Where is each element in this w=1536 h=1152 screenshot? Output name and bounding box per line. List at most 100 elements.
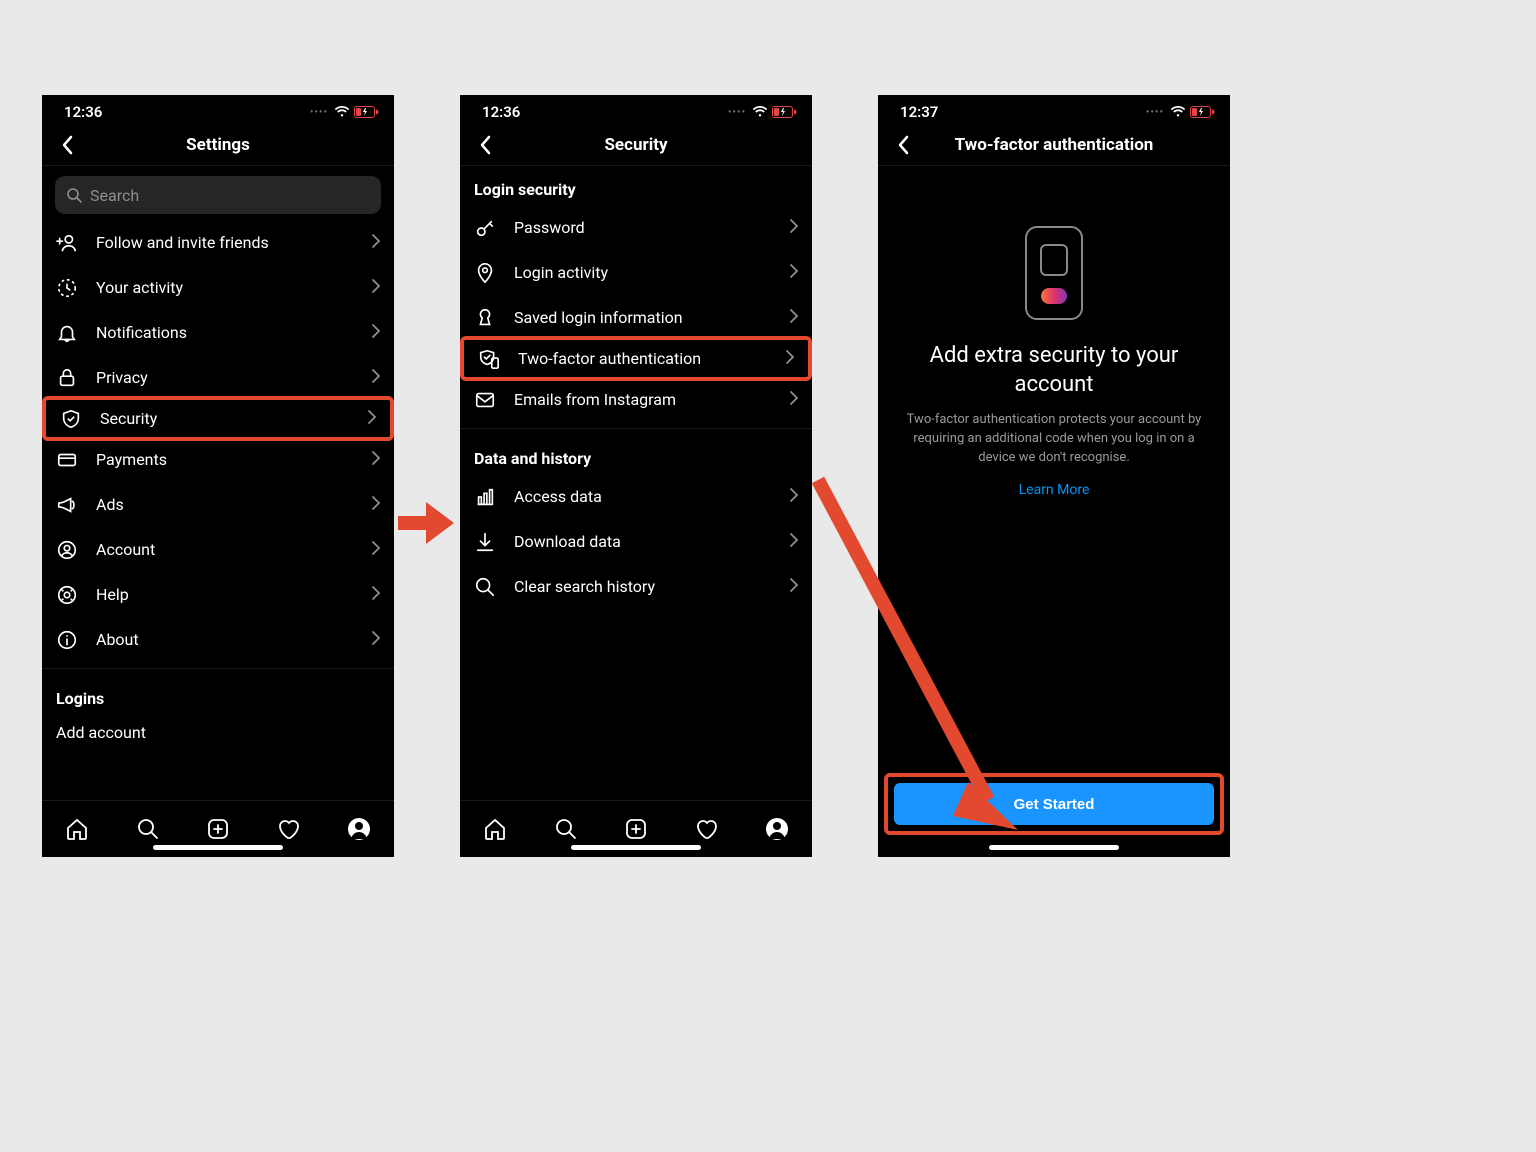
status-time: 12:36 bbox=[64, 103, 102, 121]
row-notifications[interactable]: Notifications bbox=[42, 310, 394, 355]
row-label: Payments bbox=[96, 450, 354, 469]
pin-icon bbox=[474, 262, 496, 284]
row-about[interactable]: About bbox=[42, 617, 394, 662]
tab-home[interactable] bbox=[482, 816, 508, 842]
search-icon bbox=[554, 817, 578, 841]
chevron-right-icon bbox=[790, 390, 798, 409]
home-icon bbox=[65, 817, 89, 841]
chevron-right-icon bbox=[372, 630, 380, 649]
chevron-right-icon bbox=[790, 218, 798, 237]
two-factor-description: Two-factor authentication protects your … bbox=[896, 411, 1212, 468]
status-icons: •••• bbox=[1146, 106, 1214, 118]
row-follow-invite[interactable]: Follow and invite friends bbox=[42, 220, 394, 265]
row-emails[interactable]: Emails from Instagram bbox=[460, 377, 812, 422]
chevron-right-icon bbox=[786, 349, 794, 368]
heart-icon bbox=[694, 817, 718, 841]
divider bbox=[460, 428, 812, 429]
row-clear-search[interactable]: Clear search history bbox=[460, 564, 812, 609]
page-title: Settings bbox=[42, 135, 394, 155]
chevron-right-icon bbox=[372, 540, 380, 559]
home-indicator bbox=[989, 845, 1119, 850]
keyhole-icon bbox=[474, 307, 496, 329]
row-label: Help bbox=[96, 585, 354, 604]
row-label: Notifications bbox=[96, 323, 354, 342]
header: Security bbox=[460, 125, 812, 166]
wifi-icon bbox=[752, 106, 768, 118]
security-list: Login security Password Login activity S… bbox=[460, 166, 812, 800]
phone-settings: 12:36 •••• Settings Search bbox=[42, 95, 394, 857]
row-label: Emails from Instagram bbox=[514, 390, 772, 409]
row-your-activity[interactable]: Your activity bbox=[42, 265, 394, 310]
tab-home[interactable] bbox=[64, 816, 90, 842]
row-privacy[interactable]: Privacy bbox=[42, 355, 394, 400]
tab-activity[interactable] bbox=[275, 816, 301, 842]
phone-security: 12:36 •••• Security Login security Passw… bbox=[460, 95, 812, 857]
tutorial-canvas: 12:36 •••• Settings Search bbox=[0, 0, 1536, 1152]
key-icon bbox=[474, 217, 496, 239]
download-icon bbox=[474, 531, 496, 553]
learn-more-link[interactable]: Learn More bbox=[1019, 482, 1090, 498]
row-label: Privacy bbox=[96, 368, 354, 387]
heart-icon bbox=[276, 817, 300, 841]
row-account[interactable]: Account bbox=[42, 527, 394, 572]
chevron-right-icon bbox=[372, 450, 380, 469]
row-add-account[interactable]: Add account bbox=[42, 714, 394, 750]
status-bar: 12:36 •••• bbox=[460, 95, 812, 125]
header: Two-factor authentication bbox=[878, 125, 1230, 166]
plus-square-icon bbox=[206, 817, 230, 841]
search-icon bbox=[67, 188, 82, 203]
tab-search[interactable] bbox=[135, 816, 161, 842]
status-bar: 12:37 •••• bbox=[878, 95, 1230, 125]
row-label: Saved login information bbox=[514, 308, 772, 327]
row-two-factor[interactable]: Two-factor authentication bbox=[460, 336, 812, 381]
chevron-right-icon bbox=[372, 278, 380, 297]
row-label: Login activity bbox=[514, 263, 772, 282]
chevron-right-icon bbox=[790, 263, 798, 282]
bars-icon bbox=[474, 486, 496, 508]
mail-icon bbox=[474, 389, 496, 411]
row-download-data[interactable]: Download data bbox=[460, 519, 812, 564]
lock-icon bbox=[56, 367, 78, 389]
status-time: 12:36 bbox=[482, 103, 520, 121]
tab-search[interactable] bbox=[553, 816, 579, 842]
status-icons: •••• bbox=[728, 106, 796, 118]
row-label: Password bbox=[514, 218, 772, 237]
row-login-activity[interactable]: Login activity bbox=[460, 250, 812, 295]
search-input[interactable]: Search bbox=[55, 176, 381, 214]
row-label: About bbox=[96, 630, 354, 649]
tab-profile[interactable] bbox=[764, 816, 790, 842]
row-saved-login[interactable]: Saved login information bbox=[460, 295, 812, 340]
search-placeholder: Search bbox=[90, 186, 139, 205]
chevron-right-icon bbox=[790, 308, 798, 327]
get-started-button[interactable]: Get Started bbox=[894, 783, 1214, 825]
row-label: Your activity bbox=[96, 278, 354, 297]
status-icons: •••• bbox=[310, 106, 378, 118]
row-password[interactable]: Password bbox=[460, 205, 812, 250]
status-time: 12:37 bbox=[900, 103, 938, 121]
card-icon bbox=[56, 449, 78, 471]
tab-create[interactable] bbox=[205, 816, 231, 842]
divider bbox=[42, 668, 394, 669]
battery-charging-icon bbox=[354, 106, 378, 118]
row-access-data[interactable]: Access data bbox=[460, 474, 812, 519]
wifi-icon bbox=[334, 106, 350, 118]
chevron-right-icon bbox=[790, 487, 798, 506]
row-label: Clear search history bbox=[514, 577, 772, 596]
shield-phone-icon bbox=[478, 348, 500, 370]
page-title: Two-factor authentication bbox=[878, 135, 1230, 155]
row-label: Download data bbox=[514, 532, 772, 551]
home-indicator bbox=[153, 845, 283, 850]
row-payments[interactable]: Payments bbox=[42, 437, 394, 482]
tab-activity[interactable] bbox=[693, 816, 719, 842]
tab-create[interactable] bbox=[623, 816, 649, 842]
profile-icon bbox=[347, 817, 371, 841]
row-ads[interactable]: Ads bbox=[42, 482, 394, 527]
row-help[interactable]: Help bbox=[42, 572, 394, 617]
tab-profile[interactable] bbox=[346, 816, 372, 842]
row-label: Follow and invite friends bbox=[96, 233, 354, 252]
cellular-dots-icon: •••• bbox=[1146, 107, 1164, 118]
row-security[interactable]: Security bbox=[42, 396, 394, 441]
plus-square-icon bbox=[624, 817, 648, 841]
chevron-right-icon bbox=[372, 368, 380, 387]
row-label: Security bbox=[100, 409, 350, 428]
